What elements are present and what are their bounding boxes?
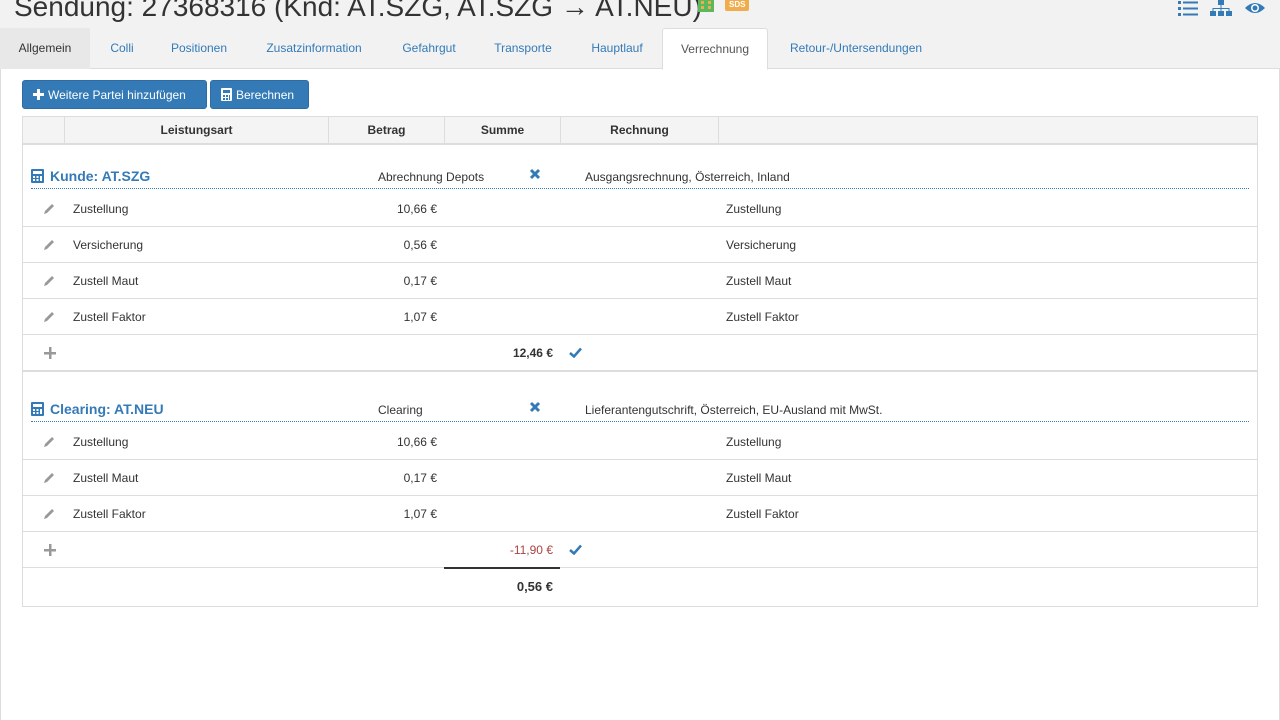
row-service: Zustell Faktor	[73, 310, 146, 324]
table-row: Zustell Faktor 1,07 € Zustell Faktor	[23, 299, 1257, 335]
pencil-icon[interactable]	[43, 310, 56, 323]
table-row: Zustell Maut 0,17 € Zustell Maut	[23, 460, 1257, 496]
check-icon[interactable]	[569, 347, 582, 358]
pencil-icon[interactable]	[43, 507, 56, 520]
group-header-kunde: Kunde: AT.SZG Abrechnung Depots Ausgangs…	[23, 163, 1257, 189]
header-rechnung: Rechnung	[561, 117, 719, 143]
group-title: Kunde: AT.SZG	[31, 168, 150, 184]
tab-bar: Allgemein Colli Positionen Zusatzinforma…	[0, 28, 1280, 70]
table-row: Versicherung 0,56 € Versicherung	[23, 227, 1257, 263]
title-bar: Sendung: 27368316 (Knd: AT.SZG, AT.SZG →…	[0, 0, 1280, 28]
row-service: Zustell Maut	[73, 274, 139, 288]
pencil-icon[interactable]	[43, 471, 56, 484]
group-sum: -11,90 €	[509, 543, 553, 557]
row-invoice: Versicherung	[726, 238, 797, 252]
total-row: 0,56 €	[23, 569, 1257, 605]
row-invoice: Zustellung	[726, 202, 782, 216]
building-icon	[698, 0, 714, 12]
header-leistungsart: Leistungsart	[65, 117, 329, 143]
table-row: Zustell Faktor 1,07 € Zustell Faktor	[23, 496, 1257, 532]
row-service: Zustellung	[73, 435, 129, 449]
row-invoice: Zustell Faktor	[726, 507, 799, 521]
calculate-button[interactable]: Berechnen	[210, 80, 309, 109]
row-amount: 10,66 €	[396, 202, 437, 216]
group-title-text: Clearing: AT.NEU	[50, 401, 164, 417]
tab-verrechnung[interactable]: Verrechnung	[662, 28, 768, 70]
add-party-label: Weitere Partei hinzufügen	[48, 87, 186, 102]
eye-icon[interactable]	[1244, 0, 1266, 16]
table-row: Zustellung 10,66 € Zustellung	[23, 191, 1257, 227]
check-icon[interactable]	[569, 544, 582, 555]
row-amount: 0,17 €	[403, 471, 437, 485]
group-header-clearing: Clearing: AT.NEU Clearing Lieferantengut…	[23, 396, 1257, 422]
tab-retour-untersendungen[interactable]: Retour-/Untersendungen	[768, 28, 944, 69]
tab-colli[interactable]: Colli	[90, 28, 154, 69]
group-spacer	[23, 371, 1257, 372]
sum-row: 12,46 €	[23, 335, 1257, 371]
pencil-icon[interactable]	[43, 238, 56, 251]
plus-icon[interactable]	[44, 347, 56, 359]
sitemap-icon[interactable]	[1210, 0, 1232, 16]
group-title-text: Kunde: AT.SZG	[50, 168, 151, 184]
remove-icon[interactable]	[529, 401, 541, 413]
header-betrag: Betrag	[329, 117, 445, 143]
group-type: Clearing	[378, 403, 423, 417]
tab-transporte[interactable]: Transporte	[474, 28, 572, 69]
row-service: Zustellung	[73, 202, 129, 216]
calculator-icon	[31, 402, 44, 416]
pencil-icon[interactable]	[43, 435, 56, 448]
billing-table: Leistungsart Betrag Summe Rechnung Kunde…	[22, 116, 1258, 607]
row-invoice: Zustell Faktor	[726, 310, 799, 324]
group-divider	[31, 421, 1249, 422]
pencil-icon[interactable]	[43, 274, 56, 287]
sds-badge: SDS	[725, 0, 750, 11]
row-amount: 1,07 €	[403, 310, 437, 324]
row-amount: 1,07 €	[403, 507, 437, 521]
tab-positionen[interactable]: Positionen	[154, 28, 244, 69]
row-invoice: Zustell Maut	[726, 274, 792, 288]
header-summe: Summe	[445, 117, 561, 143]
page-title: Sendung: 27368316 (Knd: AT.SZG, AT.SZG →…	[14, 0, 702, 22]
tab-hauptlauf[interactable]: Hauptlauf	[572, 28, 662, 69]
group-invoice: Ausgangsrechnung, Österreich, Inland	[585, 170, 790, 184]
tab-allgemein[interactable]: Allgemein	[0, 28, 90, 69]
row-invoice: Zustellung	[726, 435, 782, 449]
table-row: Zustell Maut 0,17 € Zustell Maut	[23, 263, 1257, 299]
group-type: Abrechnung Depots	[378, 170, 485, 184]
add-party-button[interactable]: Weitere Partei hinzufügen	[22, 80, 207, 109]
group-title: Clearing: AT.NEU	[31, 401, 164, 417]
group-divider	[31, 188, 1249, 189]
header-action	[23, 117, 65, 143]
row-service: Zustell Faktor	[73, 507, 146, 521]
sum-row: -11,90 €	[23, 532, 1257, 568]
group-invoice: Lieferantengutschrift, Österreich, EU-Au…	[585, 403, 883, 417]
row-amount: 0,17 €	[403, 274, 437, 288]
tab-gefahrgut[interactable]: Gefahrgut	[384, 28, 474, 69]
group-sum: 12,46 €	[512, 346, 553, 360]
calculate-label: Berechnen	[236, 87, 295, 102]
plus-icon[interactable]	[44, 544, 56, 556]
list-icon[interactable]	[1178, 0, 1198, 16]
row-amount: 0,56 €	[403, 238, 437, 252]
remove-icon[interactable]	[529, 168, 541, 180]
calculator-icon	[221, 88, 232, 101]
row-invoice: Zustell Maut	[726, 471, 792, 485]
calculator-icon	[31, 169, 44, 183]
row-service: Versicherung	[73, 238, 144, 252]
row-amount: 10,66 €	[396, 435, 437, 449]
grand-total: 0,56 €	[516, 579, 553, 594]
tab-zusatzinformation[interactable]: Zusatzinformation	[244, 28, 384, 69]
plus-icon	[33, 89, 44, 100]
table-header: Leistungsart Betrag Summe Rechnung	[23, 117, 1257, 145]
pencil-icon[interactable]	[43, 202, 56, 215]
row-service: Zustell Maut	[73, 471, 139, 485]
table-row: Zustellung 10,66 € Zustellung	[23, 424, 1257, 460]
